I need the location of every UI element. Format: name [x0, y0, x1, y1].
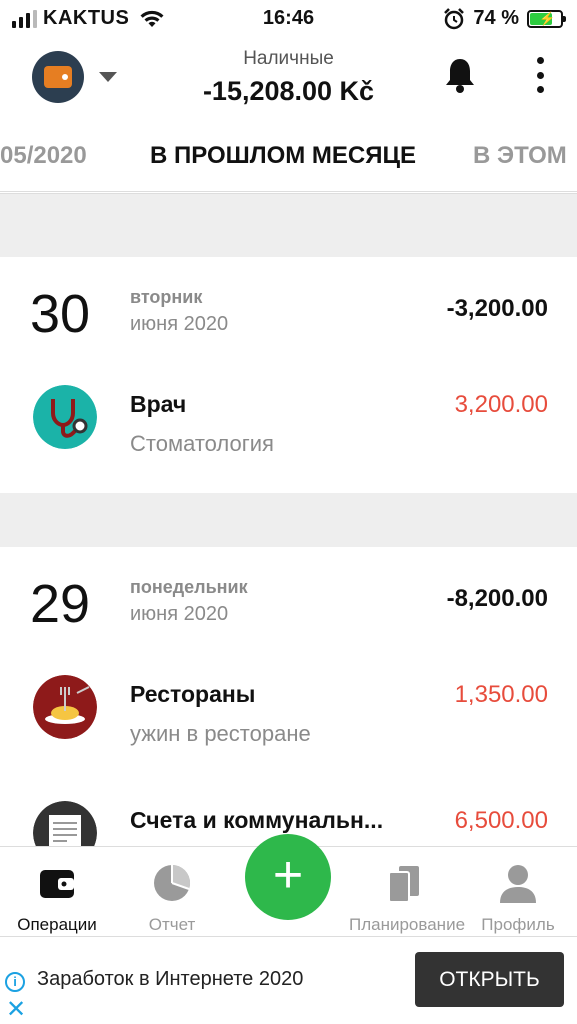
transaction-category: Врач	[130, 391, 187, 417]
day-month: июня 2020	[130, 603, 229, 625]
transaction-category: Счета и коммунальн...	[130, 807, 384, 833]
day-month: июня 2020	[130, 313, 229, 335]
day-header: 29 понедельник июня 2020 -8,200.00	[0, 547, 577, 657]
account-balance: -15,208.00 Kč	[202, 76, 375, 106]
nav-profile[interactable]: Профиль	[463, 861, 573, 935]
day-weekday: понедельник	[130, 577, 248, 597]
tab-last-month[interactable]: В ПРОШЛОМ МЕСЯЦЕ	[150, 142, 416, 170]
more-options-icon[interactable]	[530, 57, 550, 93]
pasta-plate-icon	[33, 675, 97, 739]
ad-info-icon[interactable]: i	[5, 972, 25, 992]
ad-open-button[interactable]: ОТКРЫТЬ	[415, 952, 564, 1007]
tab-this-month[interactable]: В ЭТОМ	[473, 142, 567, 170]
transaction-amount: 1,350.00	[454, 681, 548, 708]
nav-report[interactable]: Отчет	[117, 861, 227, 935]
battery-icon: ⚡	[527, 9, 566, 28]
nav-profile-label: Профиль	[481, 915, 555, 934]
day-header: 30 вторник июня 2020 -3,200.00	[0, 257, 577, 367]
ad-text[interactable]: Заработок в Интернете 2020	[37, 968, 303, 991]
add-transaction-button[interactable]: +	[245, 834, 331, 920]
nav-operations[interactable]: Операции	[2, 861, 112, 935]
period-tabs: 05/2020 В ПРОШЛОМ МЕСЯЦЕ В ЭТОМ	[0, 120, 577, 192]
pie-chart-icon	[154, 865, 191, 901]
ad-close-icon[interactable]: ✕	[6, 995, 26, 1024]
transaction-amount: 3,200.00	[454, 391, 548, 418]
bill-document-icon	[33, 801, 97, 846]
section-divider	[0, 193, 577, 257]
day-number: 29	[30, 574, 91, 634]
user-profile-icon	[500, 865, 536, 903]
transaction-amount: 6,500.00	[454, 807, 548, 834]
day-number: 30	[30, 284, 91, 344]
transaction-row[interactable]: Врач Стоматология 3,200.00	[0, 367, 577, 493]
account-name: Наличные	[243, 48, 334, 69]
status-bar: KAKTUS 16:46 74 % ⚡	[0, 0, 577, 40]
bottom-navigation: Операции Отчет + Планирование Профиль	[0, 834, 577, 936]
header: Наличные -15,208.00 Kč	[0, 40, 577, 120]
stethoscope-icon	[33, 385, 97, 449]
nav-planning-label: Планирование	[349, 915, 466, 934]
day-group: 30 вторник июня 2020 -3,200.00 Врач Стом…	[0, 257, 577, 493]
bell-icon[interactable]	[444, 56, 476, 94]
day-group: 29 понедельник июня 2020 -8,200.00 Ресто…	[0, 547, 577, 846]
ad-banner: i ✕ Заработок в Интернете 2020 ОТКРЫТЬ	[0, 936, 577, 1024]
transaction-note: Стоматология	[130, 431, 274, 456]
day-total: -8,200.00	[446, 585, 548, 612]
alarm-clock-icon	[444, 7, 465, 29]
day-weekday: вторник	[130, 287, 203, 307]
nav-report-label: Отчет	[148, 915, 196, 934]
nav-operations-label: Операции	[17, 915, 97, 934]
wallet-icon	[40, 870, 74, 898]
transaction-row[interactable]: Рестораны ужин в ресторане 1,350.00	[0, 657, 577, 783]
transaction-note: ужин в ресторане	[130, 721, 311, 746]
nav-planning[interactable]: Планирование	[349, 861, 466, 935]
day-total: -3,200.00	[446, 295, 548, 322]
battery-percent: 74 %	[473, 7, 519, 29]
transactions-feed[interactable]: 30 вторник июня 2020 -3,200.00 Врач Стом…	[0, 193, 577, 846]
section-divider	[0, 493, 577, 547]
planning-cards-icon	[388, 866, 419, 902]
tab-previous-period[interactable]: 05/2020	[0, 142, 87, 170]
status-right: 74 % ⚡	[443, 7, 566, 30]
transaction-category: Рестораны	[130, 681, 256, 707]
